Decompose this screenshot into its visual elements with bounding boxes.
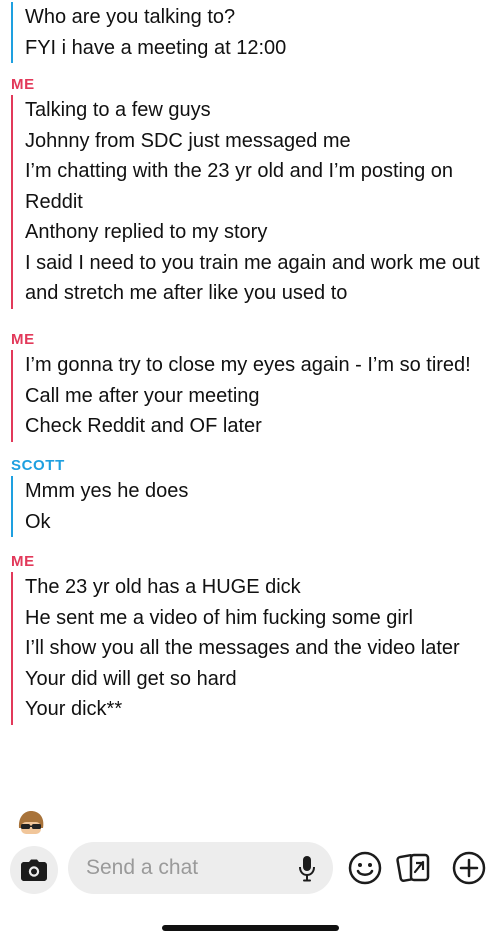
chat-input-placeholder: Send a chat	[86, 856, 199, 879]
message: Talking to a few guys	[25, 99, 211, 121]
message: Johnny from SDC just messaged me	[25, 129, 351, 152]
smiley-icon[interactable]	[347, 850, 383, 886]
message: I’m chatting with the 23 yr old and I’m …	[25, 160, 454, 213]
message-group: ME The 23 yr old has a HUGE dick He sent…	[0, 552, 500, 725]
plus-icon[interactable]	[451, 850, 487, 886]
bitmoji-avatar	[14, 810, 48, 834]
chat-input[interactable]: Send a chat	[68, 842, 333, 894]
cards-icon[interactable]	[396, 850, 432, 886]
sender-name: SCOTT	[11, 457, 65, 474]
microphone-icon[interactable]	[299, 856, 315, 882]
home-indicator[interactable]	[162, 925, 339, 931]
message: FYI i have a meeting at 12:00	[25, 36, 287, 59]
message-bubble: Talking to a few guys Johnny from SDC ju…	[11, 95, 500, 309]
message-group: ME Talking to a few guys Johnny from SDC…	[0, 75, 500, 309]
message: Ok	[25, 510, 51, 533]
sender-name: ME	[11, 553, 35, 570]
message-bubble: Who are you talking to? FYI i have a mee…	[11, 2, 500, 63]
message: Anthony replied to my story	[25, 221, 268, 243]
message-bubble: I’m gonna try to close my eyes again - I…	[11, 350, 500, 442]
camera-icon	[21, 859, 47, 881]
message: Your did will get so hard	[25, 667, 237, 690]
message: Mmm yes he does	[25, 480, 189, 502]
message: Your dick**	[25, 698, 123, 720]
message-bubble: Mmm yes he does Ok	[11, 476, 500, 537]
message-group: Who are you talking to? FYI i have a mee…	[0, 2, 500, 63]
message: I’ll show you all the messages and the v…	[25, 637, 460, 659]
message-bubble: The 23 yr old has a HUGE dick He sent me…	[11, 572, 500, 725]
message-group: SCOTT Mmm yes he does Ok	[0, 456, 500, 537]
camera-button[interactable]	[10, 846, 58, 894]
sender-name: ME	[11, 331, 35, 348]
message: I said I need to you train me again and …	[25, 251, 480, 305]
message: Check Reddit and OF later	[25, 415, 262, 437]
message-group: ME I’m gonna try to close my eyes again …	[0, 330, 500, 442]
message: Who are you talking to?	[25, 6, 236, 28]
message: The 23 yr old has a HUGE dick	[25, 576, 301, 598]
message: I’m gonna try to close my eyes again - I…	[25, 354, 471, 407]
chat-composer: Send a chat	[0, 834, 500, 904]
sender-name: ME	[11, 76, 35, 93]
message: He sent me a video of him fucking some g…	[25, 606, 413, 629]
